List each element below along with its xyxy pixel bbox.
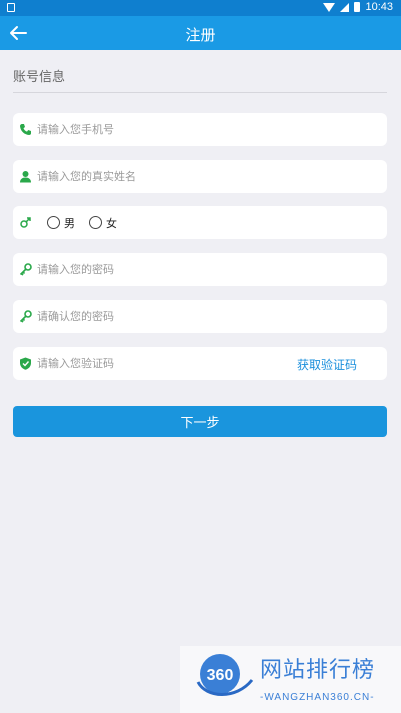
phone-field [13,113,387,146]
radio-male[interactable] [47,216,60,229]
notification-icon [7,3,15,12]
wifi-icon [323,2,336,12]
logo-360-icon: 360 [196,654,254,696]
battery-icon [354,2,361,12]
radio-female[interactable] [89,216,102,229]
code-field: 获取验证码 [13,347,387,380]
gender-female-label: 女 [106,216,117,230]
get-code-button[interactable]: 获取验证码 [297,356,357,373]
confirm-password-input[interactable] [37,300,287,333]
status-indicators: 10:43 [323,1,393,13]
gender-icon [20,217,31,228]
name-field [13,160,387,193]
signal-icon [340,2,350,12]
password-field [13,253,387,286]
gender-radio-group: 男 女 [47,206,117,239]
password-input[interactable] [37,253,287,286]
watermark-title: 网站排行榜 [260,658,376,683]
next-step-button[interactable]: 下一步 [13,406,387,437]
code-input[interactable] [37,347,287,380]
section-title: 账号信息 [13,70,66,85]
logo-text: 360 [207,667,234,684]
person-icon [20,171,31,183]
key-icon [19,310,32,323]
phone-input[interactable] [37,113,287,146]
gender-male-option[interactable]: 男 [47,215,75,231]
section-divider [13,92,387,93]
app-bar: 注册 [0,16,401,50]
gender-male-label: 男 [64,216,75,230]
status-bar: 10:43 [0,0,401,16]
status-time: 10:43 [365,1,393,13]
shield-icon [20,357,31,370]
page-title: 注册 [185,26,216,44]
phone-icon [20,124,31,135]
name-input[interactable] [37,160,287,193]
confirm-password-field [13,300,387,333]
watermark-subtitle: -WANGZHAN360.CN- [260,692,375,703]
key-icon [19,263,32,276]
gender-female-option[interactable]: 女 [89,215,117,231]
gender-field: 男 女 [13,206,387,239]
watermark: 360 网站排行榜 -WANGZHAN360.CN- [180,646,401,713]
